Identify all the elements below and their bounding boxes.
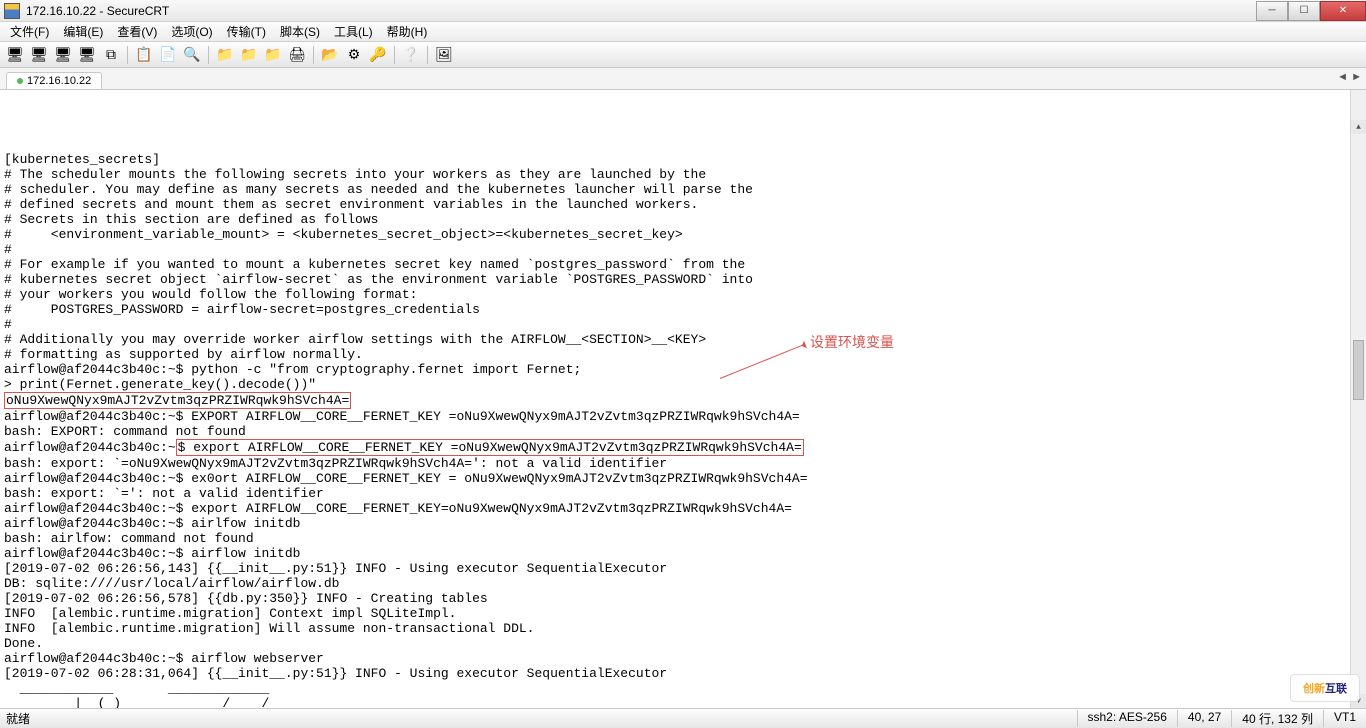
- toolbar-button-1[interactable]: 🖥: [28, 44, 50, 66]
- toolbar-button-0[interactable]: 🖥: [4, 44, 26, 66]
- terminal-line: bash: EXPORT: command not found: [4, 424, 1362, 439]
- toolbar-separator: [313, 46, 314, 64]
- terminal-line: # formatting as supported by airflow nor…: [4, 347, 1362, 362]
- toolbar-button-15[interactable]: 📂: [319, 44, 341, 66]
- menu-file[interactable]: 文件(F): [4, 21, 55, 42]
- terminal-line: # <environment_variable_mount> = <kubern…: [4, 227, 1362, 242]
- terminal-line: [2019-07-02 06:28:31,064] {{__init__.py:…: [4, 666, 1362, 681]
- status-connection: ssh2: AES-256: [1077, 710, 1177, 727]
- toolbar-button-21[interactable]: 🖼: [433, 44, 455, 66]
- terminal-line: [2019-07-02 06:26:56,578] {{db.py:350}} …: [4, 591, 1362, 606]
- toolbar-button-12[interactable]: 📁: [262, 44, 284, 66]
- menu-edit[interactable]: 编辑(E): [57, 21, 109, 42]
- terminal-line: airflow@af2044c3b40c:~$ python -c "from …: [4, 362, 1362, 377]
- toolbar-separator: [427, 46, 428, 64]
- window-titlebar: 172.16.10.22 - SecureCRT ─ ☐ ✕: [0, 0, 1366, 22]
- toolbar-button-6[interactable]: 📋: [133, 44, 155, 66]
- session-tab[interactable]: 172.16.10.22: [6, 72, 102, 89]
- status-termtype: VT1: [1323, 710, 1366, 727]
- terminal-line: # For example if you wanted to mount a k…: [4, 257, 1362, 272]
- terminal-line: airflow@af2044c3b40c:~$ airlfow initdb: [4, 516, 1362, 531]
- terminal-line: airflow@af2044c3b40c:~$ airflow webserve…: [4, 651, 1362, 666]
- toolbar-button-4[interactable]: ⧉: [100, 44, 122, 66]
- minimize-button[interactable]: ─: [1256, 1, 1288, 21]
- terminal-line: bash: export: `=': not a valid identifie…: [4, 486, 1362, 501]
- terminal-line: #: [4, 317, 1362, 332]
- tab-overflow-icon[interactable]: ◄ ►: [1337, 71, 1362, 83]
- toolbar-button-16[interactable]: ⚙: [343, 44, 365, 66]
- terminal-line: airflow@af2044c3b40c:~$ airflow initdb: [4, 546, 1362, 561]
- terminal-scrollbar[interactable]: ▲ ▼: [1350, 90, 1366, 708]
- terminal-line: > print(Fernet.generate_key().decode())": [4, 377, 1362, 392]
- tab-bar: 172.16.10.22 ◄ ►: [0, 68, 1366, 90]
- toolbar-separator: [394, 46, 395, 64]
- scroll-thumb[interactable]: [1353, 340, 1364, 400]
- app-icon: [4, 3, 20, 19]
- terminal-line: airflow@af2044c3b40c:~$ export AIRFLOW__…: [4, 501, 1362, 516]
- window-title: 172.16.10.22 - SecureCRT: [26, 4, 169, 18]
- toolbar-button-8[interactable]: 🔍: [181, 44, 203, 66]
- terminal-line: # The scheduler mounts the following sec…: [4, 167, 1362, 182]
- menu-tools[interactable]: 工具(L): [328, 21, 379, 42]
- terminal-line: # kubernetes secret object `airflow-secr…: [4, 272, 1362, 287]
- terminal-line: ____________ _____________: [4, 681, 1362, 696]
- terminal-line: airflow@af2044c3b40c:~$ EXPORT AIRFLOW__…: [4, 409, 1362, 424]
- status-cursor-position: 40, 27: [1177, 710, 1231, 727]
- terminal-line: ____ |__( )_________ __/__ /________ __: [4, 696, 1362, 708]
- terminal-line: # Additionally you may override worker a…: [4, 332, 1362, 347]
- menu-options[interactable]: 选项(O): [165, 21, 218, 42]
- terminal-line: [2019-07-02 06:26:56,143] {{__init__.py:…: [4, 561, 1362, 576]
- terminal-line: airflow@af2044c3b40c:~$ export AIRFLOW__…: [4, 439, 1362, 456]
- terminal-line: DB: sqlite:////usr/local/airflow/airflow…: [4, 576, 1362, 591]
- tab-status-icon: [17, 78, 23, 84]
- terminal-line: # scheduler. You may define as many secr…: [4, 182, 1362, 197]
- close-button[interactable]: ✕: [1320, 1, 1366, 21]
- toolbar-button-13[interactable]: 🖨: [286, 44, 308, 66]
- tab-label: 172.16.10.22: [27, 75, 91, 87]
- terminal-line: oNu9XwewQNyx9mAJT2vZvtm3qzPRZIWRqwk9hSVc…: [4, 392, 1362, 409]
- terminal-line: # POSTGRES_PASSWORD = airflow-secret=pos…: [4, 302, 1362, 317]
- toolbar-button-17[interactable]: 🔑: [367, 44, 389, 66]
- terminal-line: bash: export: `=oNu9XwewQNyx9mAJT2vZvtm3…: [4, 456, 1362, 471]
- toolbar-button-19[interactable]: ❔: [400, 44, 422, 66]
- terminal-line: [kubernetes_secrets]: [4, 152, 1362, 167]
- terminal-line: # Secrets in this section are defined as…: [4, 212, 1362, 227]
- terminal-line: airflow@af2044c3b40c:~$ ex0ort AIRFLOW__…: [4, 471, 1362, 486]
- menu-transfer[interactable]: 传输(T): [221, 21, 272, 42]
- highlighted-key: oNu9XwewQNyx9mAJT2vZvtm3qzPRZIWRqwk9hSVc…: [4, 392, 351, 409]
- highlighted-command: $ export AIRFLOW__CORE__FERNET_KEY =oNu9…: [176, 439, 804, 456]
- toolbar-button-3[interactable]: 🖥: [76, 44, 98, 66]
- terminal-line: #: [4, 242, 1362, 257]
- terminal-line: INFO [alembic.runtime.migration] Will as…: [4, 621, 1362, 636]
- toolbar-button-11[interactable]: 📁: [238, 44, 260, 66]
- terminal-line: Done.: [4, 636, 1362, 651]
- terminal-line: bash: airlfow: command not found: [4, 531, 1362, 546]
- toolbar-button-7[interactable]: 📄: [157, 44, 179, 66]
- statusbar: 就绪 ssh2: AES-256 40, 27 40 行, 132 列 VT1: [0, 708, 1366, 728]
- menubar: 文件(F)编辑(E)查看(V)选项(O)传输(T)脚本(S)工具(L)帮助(H): [0, 22, 1366, 42]
- terminal-line: INFO [alembic.runtime.migration] Context…: [4, 606, 1362, 621]
- menu-script[interactable]: 脚本(S): [274, 21, 326, 42]
- maximize-button[interactable]: ☐: [1288, 1, 1320, 21]
- annotation-label: 设置环境变量: [810, 335, 894, 350]
- toolbar-separator: [127, 46, 128, 64]
- status-ready: 就绪: [0, 710, 1077, 727]
- window-controls: ─ ☐ ✕: [1256, 1, 1366, 21]
- status-dimensions: 40 行, 132 列: [1231, 710, 1323, 727]
- toolbar-button-2[interactable]: 🖥: [52, 44, 74, 66]
- toolbar: 🖥🖥🖥🖥⧉📋📄🔍📁📁📁🖨📂⚙🔑❔🖼: [0, 42, 1366, 68]
- terminal-area[interactable]: 设置环境变量 ▲ ▼ [kubernetes_secrets]# The sch…: [0, 90, 1366, 708]
- menu-view[interactable]: 查看(V): [111, 21, 163, 42]
- toolbar-separator: [208, 46, 209, 64]
- watermark-logo: 创新互联: [1290, 674, 1360, 702]
- terminal-line: # your workers you would follow the foll…: [4, 287, 1362, 302]
- terminal-line: # defined secrets and mount them as secr…: [4, 197, 1362, 212]
- toolbar-button-10[interactable]: 📁: [214, 44, 236, 66]
- menu-help[interactable]: 帮助(H): [381, 21, 434, 42]
